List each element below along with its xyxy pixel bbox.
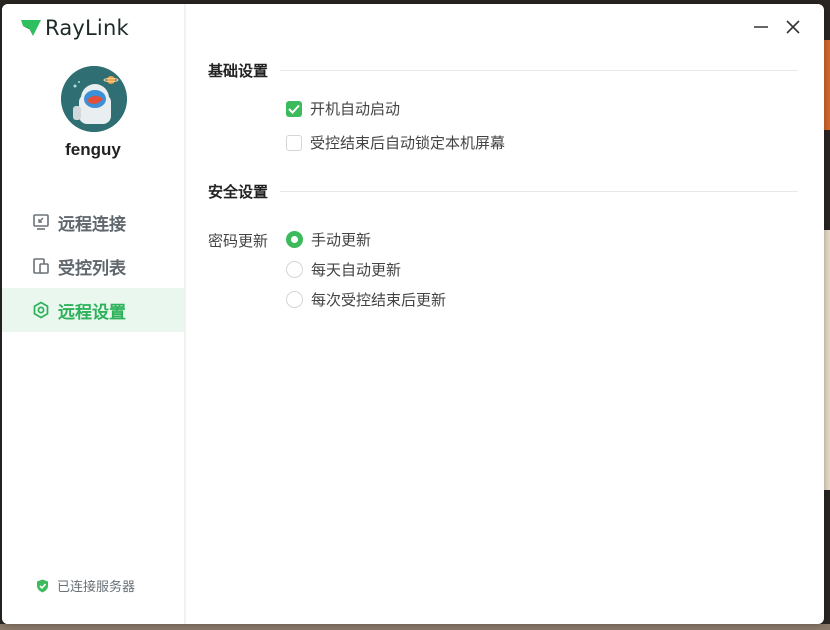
minimize-icon bbox=[754, 26, 768, 28]
radio-selected-icon[interactable] bbox=[286, 231, 303, 248]
avatar[interactable] bbox=[61, 66, 127, 132]
checkbox-label: 受控结束后自动锁定本机屏幕 bbox=[310, 134, 506, 152]
checkbox-label: 开机自动启动 bbox=[310, 100, 401, 118]
radio-label: 手动更新 bbox=[311, 231, 372, 249]
radio-label: 每次受控结束后更新 bbox=[311, 291, 447, 309]
section-title: 安全设置 bbox=[208, 183, 269, 201]
radio-daily-update[interactable]: 每天自动更新 bbox=[286, 259, 401, 280]
close-icon bbox=[786, 20, 800, 34]
username: fenguy bbox=[65, 140, 121, 159]
close-button[interactable] bbox=[782, 16, 804, 38]
sidebar-item-label: 远程设置 bbox=[58, 302, 126, 323]
checkbox-checked-icon[interactable] bbox=[286, 100, 302, 117]
section-security-settings: 安全设置 bbox=[208, 181, 798, 202]
sidebar-item-controlled-list[interactable]: 受控列表 bbox=[2, 244, 184, 288]
sidebar-item-remote-connect[interactable]: 远程连接 bbox=[2, 200, 184, 244]
minimize-button[interactable] bbox=[750, 16, 772, 38]
checkbox-auto-start[interactable]: 开机自动启动 bbox=[286, 98, 400, 119]
section-basic-settings: 基础设置 bbox=[208, 60, 798, 81]
sidebar: RayLink fenguy 远程连接 受控列表 远程设置 已连接服务器 bbox=[2, 4, 186, 624]
settings-hex-icon bbox=[32, 301, 50, 319]
radio-unselected-icon[interactable] bbox=[286, 261, 303, 278]
section-title: 基础设置 bbox=[208, 62, 269, 80]
connection-status: 已连接服务器 bbox=[36, 576, 135, 595]
settings-window: RayLink fenguy 远程连接 受控列表 远程设置 已连接服务器 基础设… bbox=[2, 4, 824, 624]
section-divider bbox=[280, 70, 798, 71]
raylink-logo-icon bbox=[21, 20, 41, 36]
checkbox-unchecked-icon[interactable] bbox=[286, 134, 302, 151]
settings-panel: 基础设置 开机自动启动 受控结束后自动锁定本机屏幕 安全设置 密码更新 手动更新… bbox=[186, 4, 824, 624]
shield-check-icon bbox=[37, 579, 48, 592]
sidebar-item-label: 受控列表 bbox=[58, 258, 126, 279]
controlled-list-icon bbox=[32, 257, 50, 275]
radio-label: 每天自动更新 bbox=[311, 261, 402, 279]
remote-connect-icon bbox=[32, 213, 50, 231]
wallpaper-fragment bbox=[0, 624, 830, 630]
radio-unselected-icon[interactable] bbox=[286, 291, 303, 308]
status-text: 已连接服务器 bbox=[57, 580, 136, 595]
section-divider bbox=[280, 191, 798, 192]
sidebar-item-remote-settings[interactable]: 远程设置 bbox=[2, 288, 184, 332]
app-logo: RayLink bbox=[20, 16, 129, 40]
sidebar-item-label: 远程连接 bbox=[58, 214, 126, 235]
password-update-label: 密码更新 bbox=[208, 232, 269, 250]
radio-after-session-update[interactable]: 每次受控结束后更新 bbox=[286, 289, 446, 310]
radio-manual-update[interactable]: 手动更新 bbox=[286, 229, 371, 250]
sidebar-nav: 远程连接 受控列表 远程设置 bbox=[2, 200, 184, 332]
logo-text: RayLink bbox=[45, 16, 129, 40]
astronaut-avatar-icon bbox=[61, 66, 127, 132]
checkbox-lock-screen[interactable]: 受控结束后自动锁定本机屏幕 bbox=[286, 132, 505, 153]
